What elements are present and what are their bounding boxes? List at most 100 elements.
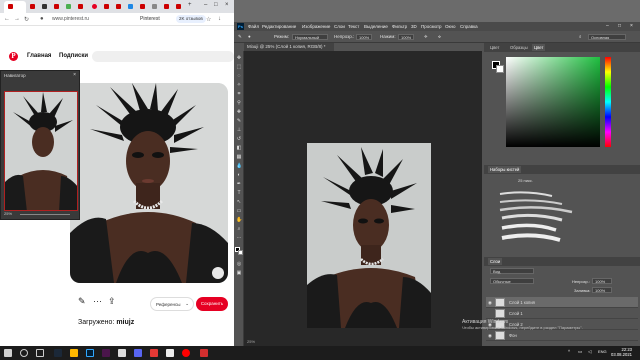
ps-close-icon[interactable]: ×	[630, 23, 633, 29]
reviews-chip[interactable]: 2K отзывов	[176, 15, 206, 23]
search-icon[interactable]: ⌕	[579, 34, 582, 39]
zoom-slider[interactable]	[20, 214, 70, 215]
nav-home[interactable]: Главная	[27, 53, 51, 59]
symmetry-icon[interactable]: ⟡	[438, 34, 441, 39]
menu-type[interactable]: Текст	[348, 24, 359, 29]
mode-select[interactable]: Нормальный	[292, 34, 328, 40]
brush-size-value[interactable]: 25 пикс.	[518, 178, 533, 183]
fill-input[interactable]: 100%	[592, 287, 612, 293]
background-color-swatch[interactable]	[238, 250, 243, 255]
volume-icon[interactable]: ◁	[588, 349, 591, 355]
canvas-document[interactable]	[307, 143, 431, 328]
edit-icon[interactable]: ✎	[78, 296, 86, 307]
yandex-browser-icon[interactable]	[182, 349, 190, 357]
language-indicator[interactable]: ENG	[598, 349, 607, 354]
canvas-area[interactable]	[244, 51, 482, 346]
tab-icon[interactable]	[30, 4, 35, 9]
tab-icon[interactable]	[116, 4, 121, 9]
tab-icon[interactable]	[176, 4, 181, 9]
visibility-eye-icon[interactable]: ◉	[488, 300, 492, 306]
panel-close-icon[interactable]: ×	[73, 72, 76, 78]
shape-tool-icon[interactable]: ▭	[236, 208, 242, 214]
reload-icon[interactable]: ↻	[24, 16, 29, 23]
bookmark-icon[interactable]: ☆	[206, 16, 211, 23]
pinterest-logo-icon[interactable]: P	[9, 52, 18, 61]
tab-icon[interactable]	[128, 4, 133, 9]
forward-icon[interactable]: →	[14, 16, 20, 22]
close-icon[interactable]: ×	[225, 2, 229, 8]
history-brush-icon[interactable]: ↺	[236, 136, 242, 142]
youtube-tab-icon[interactable]	[8, 4, 13, 9]
stamp-tool-icon[interactable]: ⊥	[236, 127, 242, 133]
nav-following[interactable]: Подписки	[59, 53, 88, 59]
network-icon[interactable]: ▭	[578, 349, 582, 355]
tray-up-icon[interactable]: ^	[568, 349, 570, 354]
brush-tool-icon[interactable]: ✎	[238, 34, 242, 40]
tab-icon[interactable]	[164, 4, 169, 9]
navigator-thumbnail[interactable]	[4, 91, 78, 211]
menu-image[interactable]: Изображение	[302, 24, 330, 29]
path-select-icon[interactable]: ↖	[236, 199, 242, 205]
tab-layers[interactable]: Слои	[488, 258, 503, 265]
pressure-input[interactable]: 100%	[398, 34, 414, 40]
screen-mode-icon[interactable]: ▣	[236, 270, 242, 276]
record-icon[interactable]	[200, 349, 208, 357]
brush-tool-icon[interactable]: ✎	[236, 118, 242, 124]
tab-icon[interactable]	[66, 4, 71, 9]
url-field[interactable]: www.pinterest.ru	[52, 16, 89, 22]
eyedropper-icon[interactable]: ⚲	[236, 100, 242, 106]
app-icon[interactable]	[166, 349, 174, 357]
search-icon[interactable]	[20, 349, 28, 357]
opacity-input[interactable]: 100%	[356, 34, 372, 40]
airbrush-icon[interactable]: ✈	[424, 34, 428, 40]
app-icon[interactable]	[150, 349, 158, 357]
layer-row[interactable]: Слой 1	[486, 308, 638, 319]
app-icon[interactable]	[102, 349, 110, 357]
brush-size-icon[interactable]: ●	[248, 34, 251, 39]
menu-window[interactable]: Окно	[445, 24, 455, 29]
layer-row[interactable]: ◉ Слой 1 копия	[486, 297, 638, 308]
hand-tool-icon[interactable]: ✋	[236, 217, 242, 223]
tab-color[interactable]: Цвет	[488, 44, 501, 51]
tab-color-active[interactable]: Цвет	[532, 44, 546, 51]
photoshop-taskbar-icon[interactable]	[86, 349, 94, 357]
layers-filter-select[interactable]: Вид	[490, 268, 534, 274]
crop-tool-icon[interactable]: ⌗	[236, 91, 242, 97]
minimize-icon[interactable]: –	[204, 2, 207, 8]
gradient-tool-icon[interactable]: ▦	[236, 154, 242, 160]
visibility-eye-icon[interactable]: ◉	[488, 333, 492, 339]
type-tool-icon[interactable]: T	[236, 190, 242, 196]
menu-select[interactable]: Выделение	[364, 24, 388, 29]
tab-swatches[interactable]: Образцы	[508, 44, 530, 51]
file-explorer-icon[interactable]	[70, 349, 78, 357]
pin-image[interactable]	[70, 83, 228, 283]
tab-icon[interactable]	[152, 4, 157, 9]
brush-presets-list[interactable]	[492, 188, 622, 248]
dodge-tool-icon[interactable]: ◐	[236, 172, 242, 178]
document-tab[interactable]: Мiзuji @ 25% (Слой 1 копия, RGB/8) *	[244, 43, 334, 51]
menu-view[interactable]: Просмотр	[421, 24, 442, 29]
quick-mask-icon[interactable]: ◎	[236, 261, 242, 267]
uploader-link[interactable]: miujz	[116, 319, 134, 326]
layer-row[interactable]: ◉ Фон	[486, 330, 638, 341]
workspace-select[interactable]: Основная	[588, 34, 626, 40]
menu-edit[interactable]: Редактирование	[262, 24, 296, 29]
menu-layers[interactable]: Слои	[334, 24, 345, 29]
color-picker-field[interactable]	[506, 57, 600, 147]
new-tab-icon[interactable]: +	[188, 2, 192, 8]
menu-3d[interactable]: 3D	[411, 24, 417, 29]
move-tool-icon[interactable]: ✥	[236, 55, 242, 61]
start-icon[interactable]	[4, 349, 12, 357]
task-view-icon[interactable]	[36, 349, 44, 357]
steam-icon[interactable]	[54, 349, 62, 357]
blend-mode-select[interactable]: Обычные	[490, 278, 534, 284]
blur-tool-icon[interactable]: 💧	[236, 163, 242, 169]
maximize-icon[interactable]: □	[214, 2, 218, 8]
hue-slider[interactable]	[605, 57, 611, 147]
tab-icon[interactable]	[78, 4, 83, 9]
ps-minimize-icon[interactable]: –	[606, 23, 609, 29]
board-select[interactable]: Референсы ⌄	[150, 297, 194, 311]
app-icon[interactable]	[118, 349, 126, 357]
clock[interactable]: 22:23 03.08.2021	[611, 347, 632, 357]
menu-file[interactable]: Файл	[248, 24, 259, 29]
